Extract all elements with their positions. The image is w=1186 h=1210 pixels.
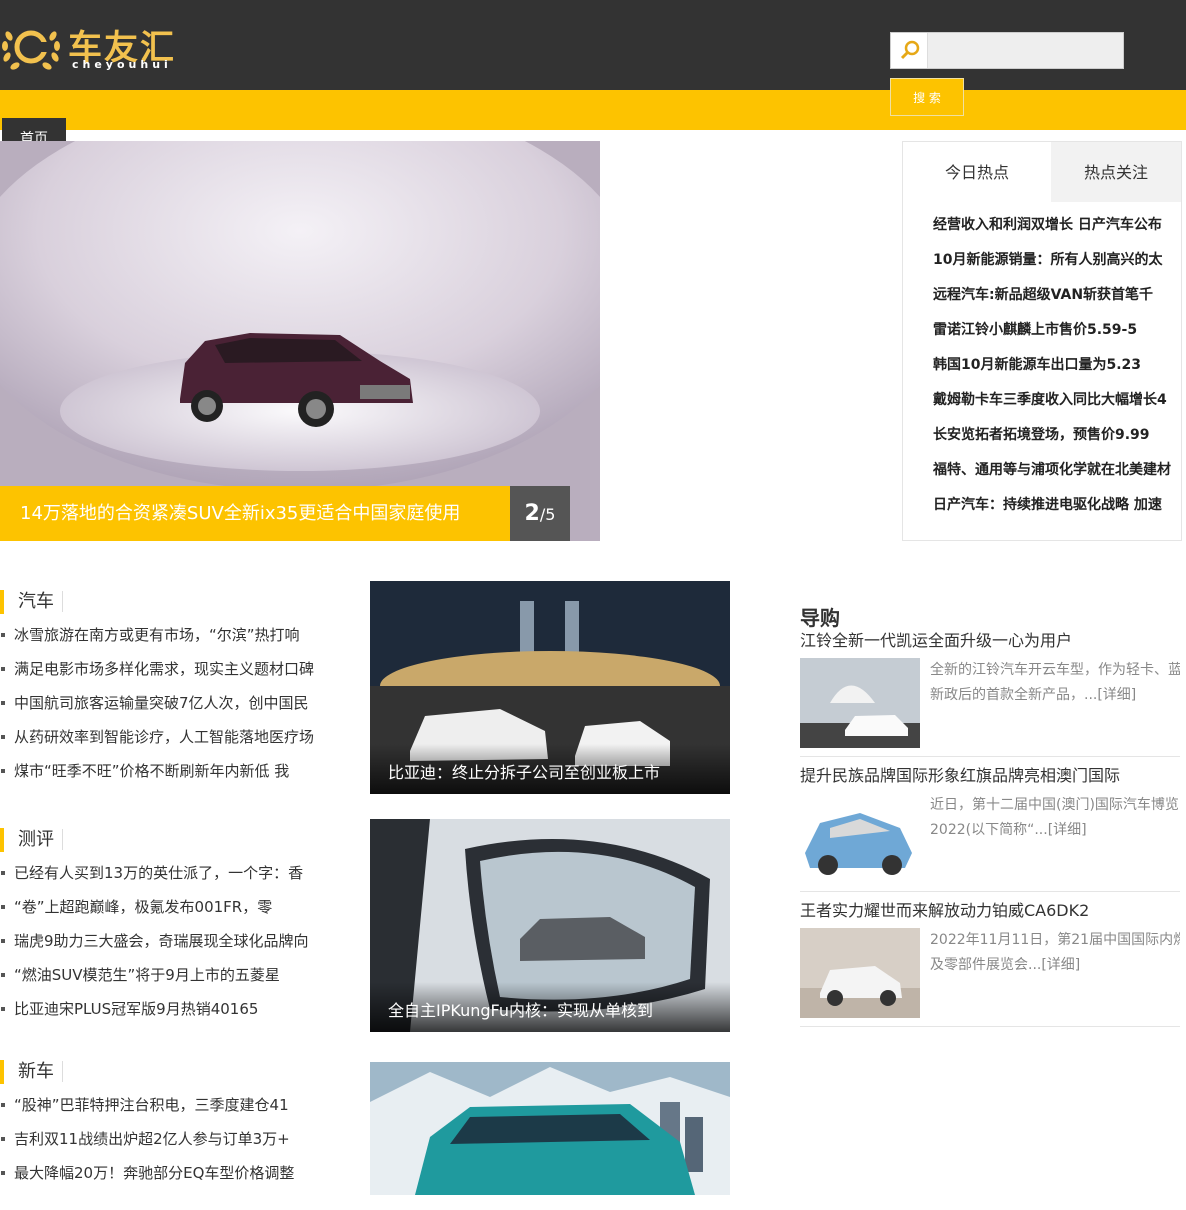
- tab-hot-focus[interactable]: 热点关注: [1051, 142, 1181, 202]
- list-item[interactable]: 已经有人买到13万的英仕派了，一个字：香: [0, 860, 330, 894]
- card-caption: 比亚迪：终止分拆子公司至创业板上市: [370, 744, 730, 794]
- list-item[interactable]: “股神”巴菲特押注台积电，三季度建仓41: [0, 1092, 330, 1126]
- hero-caption[interactable]: 14万落地的合资紧凑SUV全新ix35更适合中国家庭使用: [0, 486, 510, 541]
- hot-news-item[interactable]: 福特、通用等与浦项化学就在北美建材: [933, 453, 1181, 488]
- logo-subtext: cheyouhui: [72, 58, 172, 71]
- guide-item-desc: 近日，第十二届中国(澳门)国际汽车博览 2022(以下简称“...[详细]: [930, 793, 1180, 843]
- hot-news-item[interactable]: 戴姆勒卡车三季度收入同比大幅增长4: [933, 383, 1181, 418]
- guide-item-title[interactable]: 江铃全新一代凯运全面升级一心为用户: [800, 628, 1180, 654]
- hot-news-item[interactable]: 长安览拓者拓境登场，预售价9.99: [933, 418, 1181, 453]
- guide-thumbnail[interactable]: [800, 658, 920, 748]
- guide-item-desc: 全新的江铃汽车开云车型，作为轻卡、蓝 新政后的首款全新产品，...[详细]: [930, 658, 1180, 708]
- hero-total-slides: /5: [539, 505, 556, 524]
- list-item[interactable]: 吉利双11战绩出炉超2亿人参与订单3万+: [0, 1126, 330, 1160]
- guide-item-desc: 2022年11月11日，第21届中国国际内燃机 及零部件展览会...[详细]: [930, 928, 1180, 978]
- laurel-c-logo-icon: [2, 30, 60, 70]
- nav-bar: [0, 90, 1186, 130]
- list-item[interactable]: 最大降幅20万！奔驰部分EQ车型价格调整: [0, 1160, 330, 1194]
- list-item[interactable]: 瑞虎9助力三大盛会，奇瑞展现全球化品牌向: [0, 928, 330, 962]
- detail-link[interactable]: 新政后的首款全新产品，...[详细]: [930, 683, 1180, 708]
- guide-item: 王者实力耀世而来解放动力铂威CA6DK2 2022年11月11日，第21届中国国…: [800, 898, 1180, 1027]
- hero-slide-counter: 2/5: [510, 486, 570, 541]
- feature-card[interactable]: 比亚迪：终止分拆子公司至创业板上市: [370, 581, 730, 794]
- guide-thumbnail[interactable]: [800, 928, 920, 1018]
- guide-item: 提升民族品牌国际形象红旗品牌亮相澳门国际 近日，第十二届中国(澳门)国际汽车博览…: [800, 763, 1180, 892]
- hot-news-list: 经营收入和利润双增长 日产汽车公布 10月新能源销量：所有人别高兴的太 远程汽车…: [903, 202, 1181, 523]
- hero-current-slide: 2: [524, 501, 540, 526]
- category-list: 已经有人买到13万的英仕派了，一个字：香 “卷”上超跑巅峰，极氪发布001FR，…: [0, 860, 330, 1030]
- guide-heading: 导购: [800, 606, 840, 630]
- nav-item-home[interactable]: 首页: [2, 118, 66, 142]
- search-box: [890, 32, 1124, 69]
- hot-news-item[interactable]: 远程汽车:新品超级VAN斩获首笔千: [933, 278, 1181, 313]
- hot-news-item[interactable]: 雷诺江铃小麒麟上市售价5.59-5: [933, 313, 1181, 348]
- list-item[interactable]: 煤市“旺季不旺”价格不断刷新年内新低 我: [0, 758, 330, 792]
- category-list: 冰雪旅游在南方或更有市场，“尔滨”热打响 满足电影市场多样化需求，现实主义题材口…: [0, 622, 330, 792]
- detail-link[interactable]: 2022(以下简称“...[详细]: [930, 818, 1180, 843]
- hot-news-item[interactable]: 日产汽车：持续推进电驱化战略 加速: [933, 488, 1181, 523]
- tab-today-hot[interactable]: 今日热点: [903, 142, 1051, 202]
- category-new-car: 新车 “股神”巴菲特押注台积电，三季度建仓41 吉利双11战绩出炉超2亿人参与订…: [0, 1060, 330, 1194]
- hot-news-item[interactable]: 10月新能源销量：所有人别高兴的太: [933, 243, 1181, 278]
- list-item[interactable]: 从药研效率到智能诊疗，人工智能落地医疗场: [0, 724, 330, 758]
- site-header: 车友汇 cheyouhui: [0, 0, 1186, 90]
- category-list: “股神”巴菲特押注台积电，三季度建仓41 吉利双11战绩出炉超2亿人参与订单3万…: [0, 1092, 330, 1194]
- category-review: 测评 已经有人买到13万的英仕派了，一个字：香 “卷”上超跑巅峰，极氪发布001…: [0, 828, 330, 1030]
- feature-card[interactable]: [370, 1062, 730, 1195]
- list-item[interactable]: 满足电影市场多样化需求，现实主义题材口碑: [0, 656, 330, 690]
- hot-news-item[interactable]: 韩国10月新能源车出口量为5.23: [933, 348, 1181, 383]
- list-item[interactable]: “卷”上超跑巅峰，极氪发布001FR，零: [0, 894, 330, 928]
- search-button[interactable]: 搜 索: [890, 78, 964, 116]
- guide-item-title[interactable]: 提升民族品牌国际形象红旗品牌亮相澳门国际: [800, 763, 1180, 789]
- category-car: 汽车 冰雪旅游在南方或更有市场，“尔滨”热打响 满足电影市场多样化需求，现实主义…: [0, 590, 330, 792]
- hero-slider[interactable]: 14万落地的合资紧凑SUV全新ix35更适合中国家庭使用 2/5: [0, 141, 600, 541]
- suv-image: [370, 1062, 730, 1195]
- guide-item-title[interactable]: 王者实力耀世而来解放动力铂威CA6DK2: [800, 898, 1180, 924]
- list-item[interactable]: 中国航司旅客运输量突破7亿人次，创中国民: [0, 690, 330, 724]
- site-logo[interactable]: 车友汇 cheyouhui: [0, 16, 190, 76]
- guide-thumbnail[interactable]: [800, 793, 920, 883]
- category-heading[interactable]: 测评: [0, 828, 330, 852]
- category-heading[interactable]: 汽车: [0, 590, 330, 614]
- hot-news-item[interactable]: 经营收入和利润双增长 日产汽车公布: [933, 208, 1181, 243]
- category-heading[interactable]: 新车: [0, 1060, 330, 1084]
- search-input[interactable]: [931, 37, 1119, 64]
- card-caption: 全自主IPKungFu内核：实现从单核到: [370, 982, 730, 1032]
- guide-item: 江铃全新一代凯运全面升级一心为用户 全新的江铃汽车开云车型，作为轻卡、蓝 新政后…: [800, 628, 1180, 757]
- detail-link[interactable]: 及零部件展览会...[详细]: [930, 953, 1180, 978]
- hero-image: [0, 141, 600, 541]
- list-item[interactable]: 冰雪旅游在南方或更有市场，“尔滨”热打响: [0, 622, 330, 656]
- hot-news-panel: 今日热点 热点关注 经营收入和利润双增长 日产汽车公布 10月新能源销量：所有人…: [902, 141, 1182, 541]
- list-item[interactable]: 比亚迪宋PLUS冠军版9月热销40165: [0, 996, 330, 1030]
- list-item[interactable]: “燃油SUV模范生”将于9月上市的五菱星: [0, 962, 330, 996]
- feature-card[interactable]: 全自主IPKungFu内核：实现从单核到: [370, 819, 730, 1032]
- hot-news-tabs: 今日热点 热点关注: [903, 142, 1181, 202]
- search-icon: [891, 33, 928, 68]
